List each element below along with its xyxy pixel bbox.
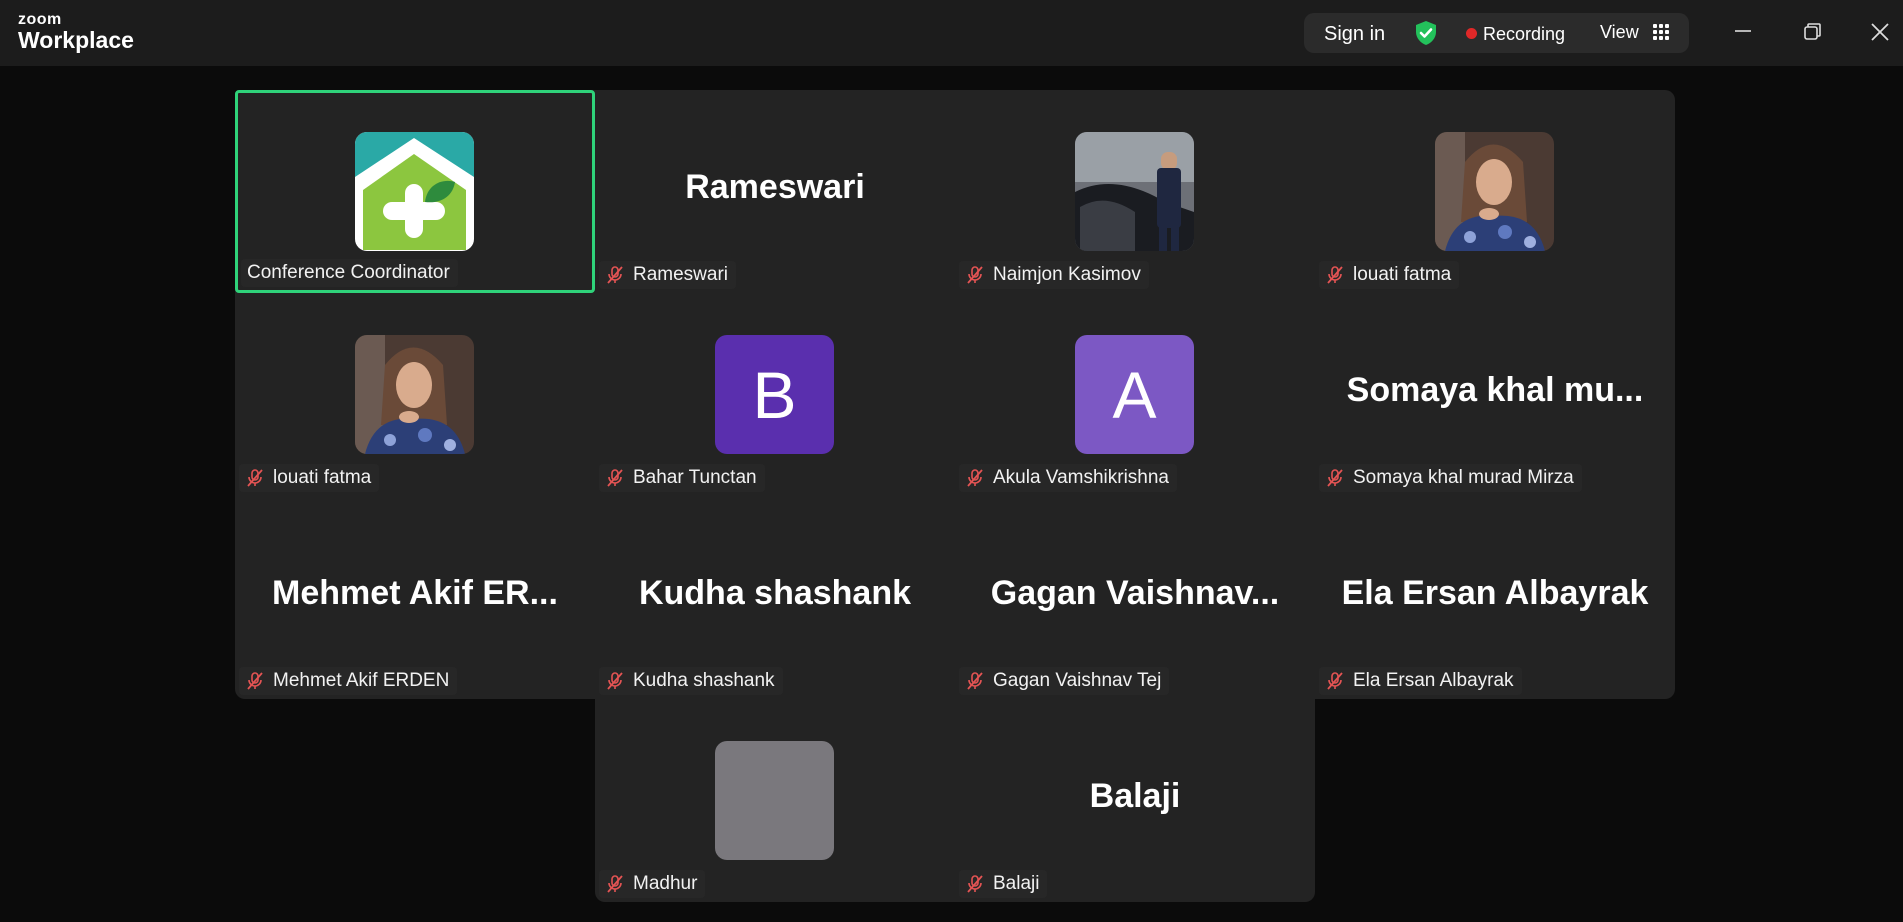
avatar-letter: B [752, 357, 797, 432]
participant-name-tag: Akula Vamshikrishna [959, 464, 1178, 492]
participant-name: Balaji [993, 873, 1040, 894]
participant-name-tag: Balaji [959, 870, 1048, 898]
participant-name: Bahar Tunctan [633, 467, 757, 488]
participant-name: louati fatma [273, 467, 372, 488]
participant-tile-conference-coordinator[interactable]: Conference Coordinator [235, 90, 595, 293]
muted-microphone-icon [965, 468, 985, 488]
restore-icon[interactable] [1796, 16, 1828, 48]
participant-tile-madhur[interactable]: Madhur [595, 699, 955, 902]
minimize-icon[interactable] [1727, 16, 1759, 48]
participant-name-tag: Kudha shashank [599, 667, 783, 695]
recording-indicator[interactable]: Recording [1483, 24, 1565, 45]
muted-microphone-icon [965, 671, 985, 691]
participant-big-name: Ela Ersan Albayrak [1341, 574, 1649, 612]
muted-microphone-icon [605, 874, 625, 894]
muted-microphone-icon [965, 265, 985, 285]
participant-name-tag: Conference Coordinator [241, 259, 458, 287]
participant-name: Gagan Vaishnav Tej [993, 670, 1162, 691]
participant-big-name: Somaya khal mu... [1346, 371, 1644, 409]
muted-microphone-icon [605, 671, 625, 691]
participant-tile-gagan-vaishnav-tej[interactable]: Gagan Vaishnav... Gagan Vaishnav Tej [955, 496, 1315, 699]
participant-name-tag: louati fatma [1319, 261, 1460, 289]
blank-avatar [715, 741, 834, 860]
muted-microphone-icon [1325, 671, 1345, 691]
participant-tile-kudha-shashank[interactable]: Kudha shashank Kudha shashank [595, 496, 955, 699]
participant-name-tag: louati fatma [239, 464, 380, 492]
participant-name: Kudha shashank [633, 670, 775, 691]
letter-avatar: A [1075, 335, 1194, 454]
muted-microphone-icon [1325, 265, 1345, 285]
participant-name-tag: Madhur [599, 870, 706, 898]
sign-in-button[interactable]: Sign in [1324, 23, 1385, 46]
participant-name: Somaya khal murad Mirza [1353, 467, 1574, 488]
participant-name-tag: Bahar Tunctan [599, 464, 765, 492]
muted-microphone-icon [965, 874, 985, 894]
view-button[interactable]: View [1600, 22, 1639, 43]
organization-logo-avatar [355, 132, 474, 251]
avatar-letter: A [1112, 357, 1157, 432]
participant-name: Madhur [633, 873, 698, 894]
logo-main-text: Workplace [18, 27, 134, 53]
participant-tile-rameswari[interactable]: Rameswari Rameswari [595, 90, 955, 293]
muted-microphone-icon [245, 671, 265, 691]
profile-photo-avatar [1075, 132, 1194, 251]
participant-name-tag: Somaya khal murad Mirza [1319, 464, 1582, 492]
participant-name-tag: Ela Ersan Albayrak [1319, 667, 1522, 695]
title-bar: zoom Workplace Sign in Recording View [0, 0, 1903, 66]
muted-microphone-icon [605, 468, 625, 488]
recording-dot-icon [1466, 28, 1477, 39]
participant-tile-akula-vamshikrishna[interactable]: A Akula Vamshikrishna [955, 293, 1315, 496]
participant-tile-mehmet-akif-erden[interactable]: Mehmet Akif ER... Mehmet Akif ERDEN [235, 496, 595, 699]
participant-tile-louati-fatma[interactable]: louati fatma [235, 293, 595, 496]
top-controls-bar: Sign in Recording View [1304, 13, 1689, 53]
close-icon[interactable] [1864, 16, 1896, 48]
muted-microphone-icon [245, 468, 265, 488]
participant-name-tag: Gagan Vaishnav Tej [959, 667, 1170, 695]
participant-tile-somaya-khal-murad-mirza[interactable]: Somaya khal mu... Somaya khal murad Mirza [1315, 293, 1675, 496]
participant-name: Conference Coordinator [247, 262, 450, 283]
profile-photo-avatar [355, 335, 474, 454]
muted-microphone-icon [1325, 468, 1345, 488]
participant-tile-bahar-tunctan[interactable]: B Bahar Tunctan [595, 293, 955, 496]
participant-big-name: Balaji [1089, 777, 1181, 815]
participant-name: Akula Vamshikrishna [993, 467, 1170, 488]
participant-name: Rameswari [633, 264, 729, 285]
participant-big-name: Kudha shashank [638, 574, 912, 612]
participant-name: Ela Ersan Albayrak [1353, 670, 1514, 691]
participant-name-tag: Naimjon Kasimov [959, 261, 1149, 289]
participant-big-name: Gagan Vaishnav... [990, 574, 1280, 612]
encryption-shield-icon[interactable] [1412, 19, 1440, 47]
participant-name: Mehmet Akif ERDEN [273, 670, 450, 691]
participant-tile-balaji[interactable]: Balaji Balaji [955, 699, 1315, 902]
participant-name-tag: Mehmet Akif ERDEN [239, 667, 458, 695]
participant-tile-ela-ersan-albayrak[interactable]: Ela Ersan Albayrak Ela Ersan Albayrak [1315, 496, 1675, 699]
participant-big-name: Rameswari [685, 168, 865, 206]
grid-view-icon[interactable] [1652, 23, 1670, 41]
participant-big-name: Mehmet Akif ER... [272, 574, 558, 612]
participant-name: louati fatma [1353, 264, 1452, 285]
muted-microphone-icon [605, 265, 625, 285]
participant-name-tag: Rameswari [599, 261, 737, 289]
profile-photo-avatar [1435, 132, 1554, 251]
zoom-logo: zoom Workplace [18, 12, 134, 52]
participant-name: Naimjon Kasimov [993, 264, 1141, 285]
logo-top-text: zoom [18, 11, 62, 28]
participant-tile-naimjon-kasimov[interactable]: Naimjon Kasimov [955, 90, 1315, 293]
letter-avatar: B [715, 335, 834, 454]
participant-tile-louati-fatma[interactable]: louati fatma [1315, 90, 1675, 293]
